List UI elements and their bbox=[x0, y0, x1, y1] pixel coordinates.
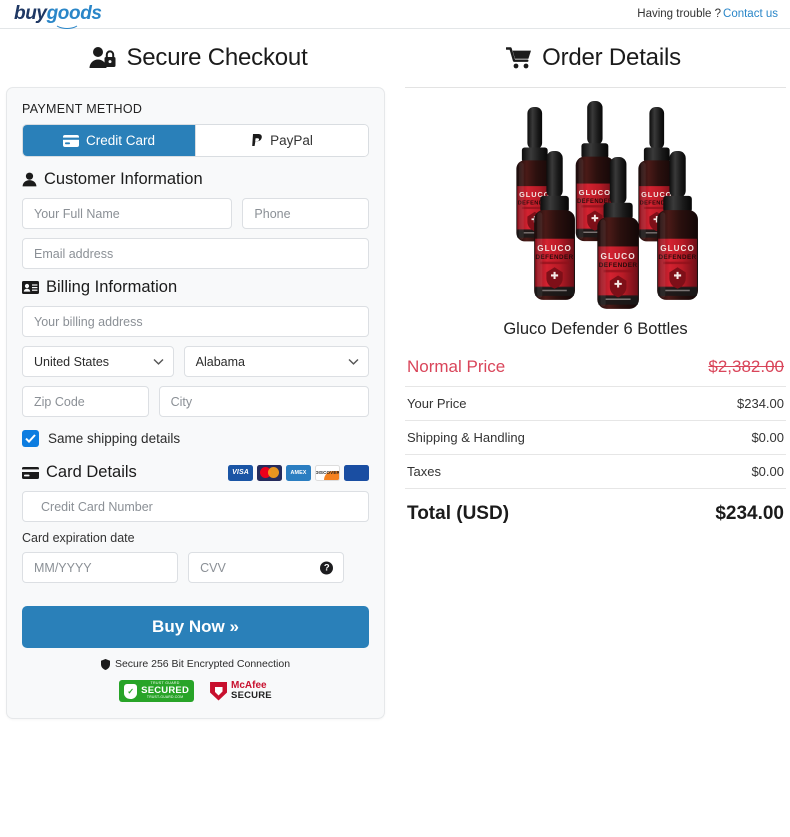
checkout-column: Secure Checkout PAYMENT METHOD Credit Ca… bbox=[0, 29, 397, 719]
trustguard-shield-icon: ✓ bbox=[124, 683, 138, 699]
shipping-amount: $0.00 bbox=[751, 430, 784, 445]
country-state-row: United States Alabama bbox=[22, 346, 369, 377]
state-select-wrap: Alabama bbox=[183, 346, 369, 377]
state-select[interactable]: Alabama bbox=[183, 346, 369, 377]
paypal-icon bbox=[251, 133, 263, 148]
same-shipping-label: Same shipping details bbox=[48, 431, 181, 446]
discover-icon: DISCOVER bbox=[315, 464, 340, 481]
billing-address-row bbox=[22, 306, 369, 337]
card-number-input[interactable] bbox=[22, 491, 369, 522]
secure-checkout-header: Secure Checkout bbox=[0, 29, 397, 87]
order-details-title: Order Details bbox=[542, 44, 681, 71]
price-row-taxes: Taxes $0.00 bbox=[405, 455, 786, 489]
accepted-cards: VISA AMEX DISCOVER bbox=[228, 464, 369, 481]
logo-text-goods: goods bbox=[46, 2, 102, 24]
city-input[interactable] bbox=[158, 386, 369, 417]
card-number-row bbox=[22, 491, 369, 522]
trustguard-bottom-label: TRUST-GUARD.COM bbox=[146, 695, 184, 700]
product-image: GLUCO DEFENDER bbox=[405, 96, 786, 314]
having-trouble-label: Having trouble ? bbox=[637, 8, 722, 20]
tab-credit-card[interactable]: Credit Card bbox=[23, 125, 195, 156]
order-body: GLUCO DEFENDER Gluco Defender 6 Bottles … bbox=[397, 87, 790, 534]
secure-connection-note: Secure 256 Bit Encrypted Connection bbox=[22, 658, 369, 670]
top-bar: buygoods Having trouble ? Contact us bbox=[0, 0, 790, 29]
page-body: Secure Checkout PAYMENT METHOD Credit Ca… bbox=[0, 29, 790, 719]
email-row bbox=[22, 238, 369, 269]
price-row-normal: Normal Price $2,382.00 bbox=[405, 355, 786, 387]
full-name-input[interactable] bbox=[22, 198, 233, 229]
contact-us-link[interactable]: Contact us bbox=[723, 8, 778, 20]
card-details-heading: Card Details bbox=[22, 463, 137, 482]
mastercard-icon bbox=[257, 464, 282, 481]
id-card-icon bbox=[22, 281, 39, 294]
cvv-wrap: ? bbox=[188, 552, 345, 583]
billing-information-label: Billing Information bbox=[46, 278, 178, 296]
amex-icon: AMEX bbox=[286, 464, 311, 481]
mcafee-secure-badge: McAfee SECURE bbox=[210, 680, 272, 702]
price-row-your-price: Your Price $234.00 bbox=[405, 387, 786, 421]
order-column: Order Details GLUCO DEFENDER Gluco Defen… bbox=[397, 29, 790, 719]
phone-input[interactable] bbox=[242, 198, 369, 229]
customer-information-label: Customer Information bbox=[44, 170, 203, 188]
your-price-amount: $234.00 bbox=[737, 396, 784, 411]
order-top-divider bbox=[405, 87, 786, 88]
total-amount: $234.00 bbox=[715, 503, 784, 524]
person-lock-icon bbox=[89, 46, 117, 70]
taxes-label: Taxes bbox=[407, 464, 441, 479]
payment-method-tabs: Credit Card PayPal bbox=[22, 124, 369, 157]
jcb-icon bbox=[344, 464, 369, 481]
same-shipping-checkbox[interactable] bbox=[22, 430, 39, 447]
billing-information-heading: Billing Information bbox=[22, 278, 369, 297]
secure-checkout-title: Secure Checkout bbox=[126, 44, 308, 71]
card-details-label: Card Details bbox=[46, 463, 137, 481]
cvv-help-icon[interactable]: ? bbox=[320, 561, 334, 574]
person-icon bbox=[22, 172, 37, 187]
billing-address-input[interactable] bbox=[22, 306, 369, 337]
order-details-header: Order Details bbox=[397, 29, 790, 87]
gluco-defender-bottles-image: GLUCO DEFENDER bbox=[515, 101, 698, 309]
visa-icon: VISA bbox=[228, 464, 253, 481]
normal-price-label: Normal Price bbox=[407, 357, 506, 376]
taxes-amount: $0.00 bbox=[751, 464, 784, 479]
country-select-wrap: United States bbox=[22, 346, 174, 377]
secure-connection-text: Secure 256 Bit Encrypted Connection bbox=[114, 658, 291, 670]
trustguard-secured-badge: ✓ TRUST GUARD SECURED TRUST-GUARD.COM bbox=[119, 680, 195, 702]
trust-badges: ✓ TRUST GUARD SECURED TRUST-GUARD.COM Mc… bbox=[22, 680, 369, 702]
customer-information-heading: Customer Information bbox=[22, 170, 369, 189]
tab-credit-card-label: Credit Card bbox=[85, 133, 156, 148]
checkout-panel: PAYMENT METHOD Credit Card PayPal Custom… bbox=[6, 87, 385, 719]
buy-now-button[interactable]: Buy Now » bbox=[22, 606, 369, 648]
card-details-header-row: Card Details VISA AMEX DISCOVER bbox=[22, 463, 369, 482]
shield-icon bbox=[100, 658, 110, 670]
tab-paypal[interactable]: PayPal bbox=[195, 125, 368, 156]
tab-paypal-label: PayPal bbox=[270, 133, 313, 148]
discover-label: DISCOVER bbox=[315, 470, 340, 475]
country-select[interactable]: United States bbox=[22, 346, 174, 377]
expiration-input[interactable] bbox=[22, 552, 179, 583]
shipping-label: Shipping & Handling bbox=[407, 430, 525, 445]
buygoods-logo[interactable]: buygoods bbox=[14, 2, 102, 29]
price-row-total: Total (USD) $234.00 bbox=[405, 489, 786, 534]
logo-smile-icon bbox=[54, 22, 80, 29]
mcafee-shield-icon bbox=[210, 681, 228, 701]
payment-method-label: PAYMENT METHOD bbox=[22, 102, 143, 116]
price-row-shipping: Shipping & Handling $0.00 bbox=[405, 421, 786, 455]
card-expiration-label: Card expiration date bbox=[22, 531, 135, 545]
help-text: Having trouble ? Contact us bbox=[637, 8, 778, 20]
name-phone-row bbox=[22, 198, 369, 229]
credit-card-icon bbox=[62, 134, 79, 147]
card-icon bbox=[22, 466, 39, 479]
email-input[interactable] bbox=[22, 238, 369, 269]
zip-code-input[interactable] bbox=[22, 386, 149, 417]
product-name: Gluco Defender 6 Bottles bbox=[503, 320, 688, 338]
logo-text-buy: buy bbox=[14, 2, 47, 24]
expiration-cvv-row: ? bbox=[22, 552, 369, 583]
your-price-label: Your Price bbox=[407, 396, 467, 411]
total-label: Total (USD) bbox=[407, 503, 510, 524]
mcafee-line2: SECURE bbox=[231, 690, 272, 702]
normal-price-amount: $2,382.00 bbox=[708, 357, 784, 376]
same-shipping-row: Same shipping details bbox=[22, 430, 369, 447]
zip-city-row bbox=[22, 386, 369, 417]
shopping-cart-icon bbox=[506, 46, 533, 70]
